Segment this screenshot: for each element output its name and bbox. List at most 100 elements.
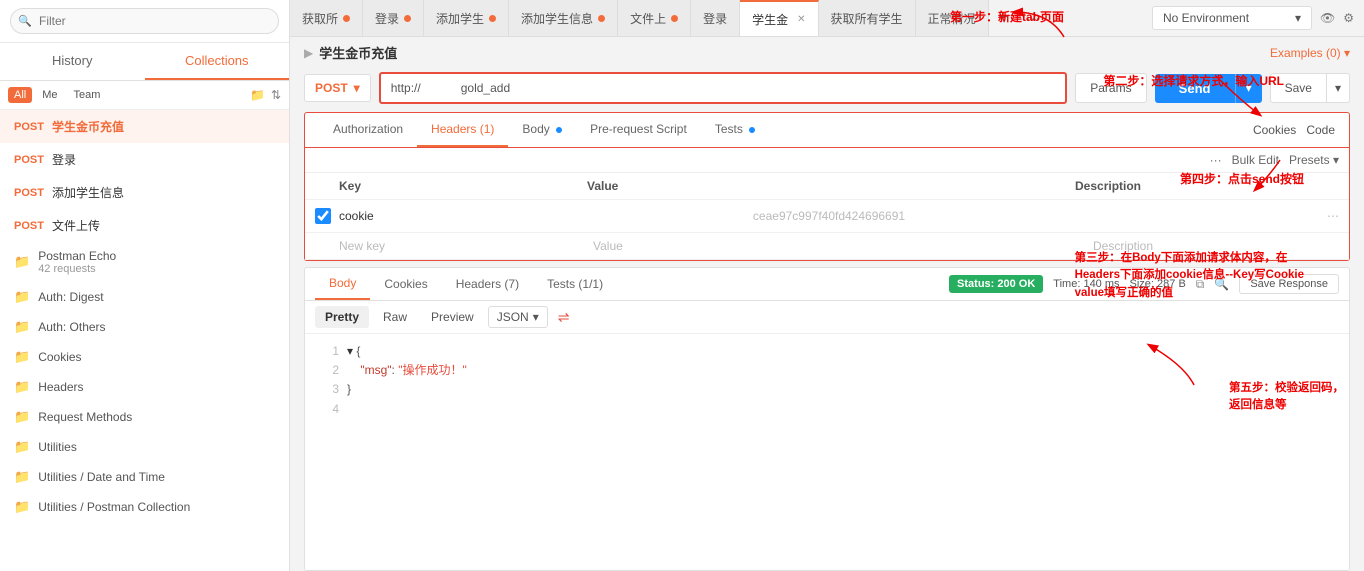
item-name-2: 添加学生信息: [52, 184, 124, 201]
subtab-me[interactable]: Me: [36, 87, 63, 103]
env-gear-icon[interactable]: ⚙: [1343, 11, 1354, 25]
copy-icon[interactable]: ⧉: [1196, 277, 1205, 292]
tab-getall[interactable]: 获取所有学生: [819, 0, 916, 36]
format-chevron-icon: ▾: [533, 310, 539, 324]
key-column-label: Key: [339, 179, 579, 193]
sidebar-item-1[interactable]: POST 登录: [0, 143, 289, 176]
method-badge-1: POST: [14, 154, 46, 166]
folder-name-cookies: Cookies: [38, 350, 81, 364]
method-badge-3: POST: [14, 220, 46, 232]
header-check-0[interactable]: [315, 208, 331, 224]
sort-icon[interactable]: ⇅: [271, 88, 281, 102]
sidebar-tab-collections[interactable]: Collections: [145, 43, 290, 80]
description-column-label: Description: [1075, 179, 1315, 193]
response-size: Size: 287 B: [1130, 278, 1186, 290]
sidebar-item-2[interactable]: POST 添加学生信息: [0, 176, 289, 209]
resp-tab-tests[interactable]: Tests (1/1): [533, 269, 617, 299]
search-icon[interactable]: 🔍: [1214, 277, 1229, 291]
folder-icon-cookies: 📁: [14, 349, 30, 365]
tab-close-gold[interactable]: ✕: [797, 14, 805, 25]
fmt-tab-pretty[interactable]: Pretty: [315, 306, 369, 328]
save-dropdown-button[interactable]: ▾: [1327, 73, 1350, 103]
new-key-input[interactable]: New key: [339, 239, 585, 253]
env-bar: No Environment ▾ 👁 ⚙: [1142, 6, 1364, 30]
tab-get[interactable]: 获取所: [290, 0, 363, 36]
resp-tab-body[interactable]: Body: [315, 268, 370, 300]
params-button[interactable]: Params: [1075, 73, 1146, 103]
folder-name-others: Auth: Others: [38, 320, 105, 334]
fmt-tab-preview[interactable]: Preview: [421, 306, 484, 328]
env-select[interactable]: No Environment ▾: [1152, 6, 1312, 30]
save-response-button[interactable]: Save Response: [1239, 274, 1339, 294]
req-tab-tests[interactable]: Tests: [701, 113, 769, 147]
new-collection-icon[interactable]: 📁: [250, 88, 265, 102]
presets-button[interactable]: Presets ▾: [1289, 153, 1339, 167]
req-tab-body[interactable]: Body: [508, 113, 576, 147]
value-column-label: Value: [587, 179, 1067, 193]
sidebar-item-3[interactable]: POST 文件上传: [0, 209, 289, 242]
fmt-tab-raw[interactable]: Raw: [373, 306, 417, 328]
new-desc-input[interactable]: Description: [1093, 239, 1339, 253]
item-name-1: 登录: [52, 151, 76, 168]
tab-label-get: 获取所: [302, 10, 338, 27]
tabs-bar: 获取所 登录 添加学生 添加学生信息 文件上 登录: [290, 0, 1142, 36]
sidebar-folder-headers[interactable]: 📁 Headers: [0, 372, 289, 402]
method-badge-0: POST: [14, 121, 46, 133]
url-bar: POST ▾ Params Send ▾ Save ▾: [304, 72, 1350, 104]
wrap-icon[interactable]: ⇌: [558, 309, 570, 326]
tab-more-button[interactable]: ···: [1018, 4, 1048, 32]
examples-arrow-icon: ▾: [1344, 46, 1350, 60]
sidebar-item-0[interactable]: POST 学生金币充值: [0, 110, 289, 143]
method-select[interactable]: POST ▾: [304, 74, 371, 102]
tab-login[interactable]: 登录: [363, 0, 424, 36]
sidebar-subtabs: All Me Team 📁 ⇅: [0, 81, 289, 110]
sidebar-folder-cookies[interactable]: 📁 Cookies: [0, 342, 289, 372]
tab-label-add: 添加学生: [436, 10, 484, 27]
tab-normal[interactable]: 正常情况: [916, 0, 989, 36]
new-value-input[interactable]: Value: [593, 239, 1085, 253]
tab-add-button[interactable]: +: [989, 3, 1018, 33]
sidebar-folder-others[interactable]: 📁 Auth: Others: [0, 312, 289, 342]
env-eye-icon[interactable]: 👁: [1320, 11, 1335, 25]
sidebar-folder-utilities[interactable]: 📁 Utilities: [0, 432, 289, 462]
resp-tab-cookies[interactable]: Cookies: [370, 269, 441, 299]
sidebar-folder-utilities-postman[interactable]: 📁 Utilities / Postman Collection: [0, 492, 289, 522]
tests-tab-label: Tests: [715, 122, 743, 136]
req-tab-prereq[interactable]: Pre-request Script: [576, 113, 701, 147]
tab-gold[interactable]: 学生金 ✕: [740, 0, 818, 36]
send-button[interactable]: Send: [1155, 74, 1235, 103]
subtab-all[interactable]: All: [8, 87, 32, 103]
url-input[interactable]: [379, 72, 1068, 104]
folder-icon-others: 📁: [14, 319, 30, 335]
tab-addinfo[interactable]: 添加学生信息: [509, 0, 618, 36]
req-tab-headers[interactable]: Headers (1): [417, 113, 508, 147]
json-line-2: 2 "msg": "操作成功！": [319, 361, 1335, 380]
header-row-actions-0[interactable]: ⋯: [1327, 209, 1339, 223]
req-tab-auth[interactable]: Authorization: [319, 113, 417, 147]
sidebar-folder-utilities-date[interactable]: 📁 Utilities / Date and Time: [0, 462, 289, 492]
save-button[interactable]: Save: [1270, 73, 1327, 103]
examples-button[interactable]: Examples (0) ▾: [1270, 46, 1350, 60]
tab-add[interactable]: 添加学生: [424, 0, 509, 36]
sidebar-tab-history[interactable]: History: [0, 43, 145, 80]
filter-input[interactable]: [10, 8, 279, 34]
cookies-tab[interactable]: Cookies: [1253, 123, 1296, 137]
response-panel: Body Cookies Headers (7) Tests (1/1) Sta…: [304, 267, 1350, 571]
body-tab-dot: [556, 127, 562, 133]
sidebar-folder-digest[interactable]: 📁 Auth: Digest: [0, 282, 289, 312]
tab-file[interactable]: 文件上: [618, 0, 691, 36]
tab-login2[interactable]: 登录: [691, 0, 740, 36]
method-label: POST: [315, 81, 348, 95]
resp-tab-headers[interactable]: Headers (7): [442, 269, 533, 299]
json-ln-3: 3: [319, 380, 339, 399]
code-tab[interactable]: Code: [1306, 123, 1335, 137]
bulk-edit-button[interactable]: Bulk Edit: [1232, 153, 1279, 167]
format-select[interactable]: JSON ▾: [488, 306, 548, 328]
bulk-actions-icon[interactable]: ···: [1210, 153, 1222, 167]
subtab-team[interactable]: Team: [68, 87, 107, 103]
title-arrow-icon: ▶: [304, 46, 313, 60]
send-dropdown-button[interactable]: ▾: [1235, 74, 1262, 103]
json-ln-2: 2: [319, 361, 339, 380]
sidebar-folder-methods[interactable]: 📁 Request Methods: [0, 402, 289, 432]
sidebar-folder-echo[interactable]: 📁 Postman Echo 42 requests: [0, 242, 289, 282]
